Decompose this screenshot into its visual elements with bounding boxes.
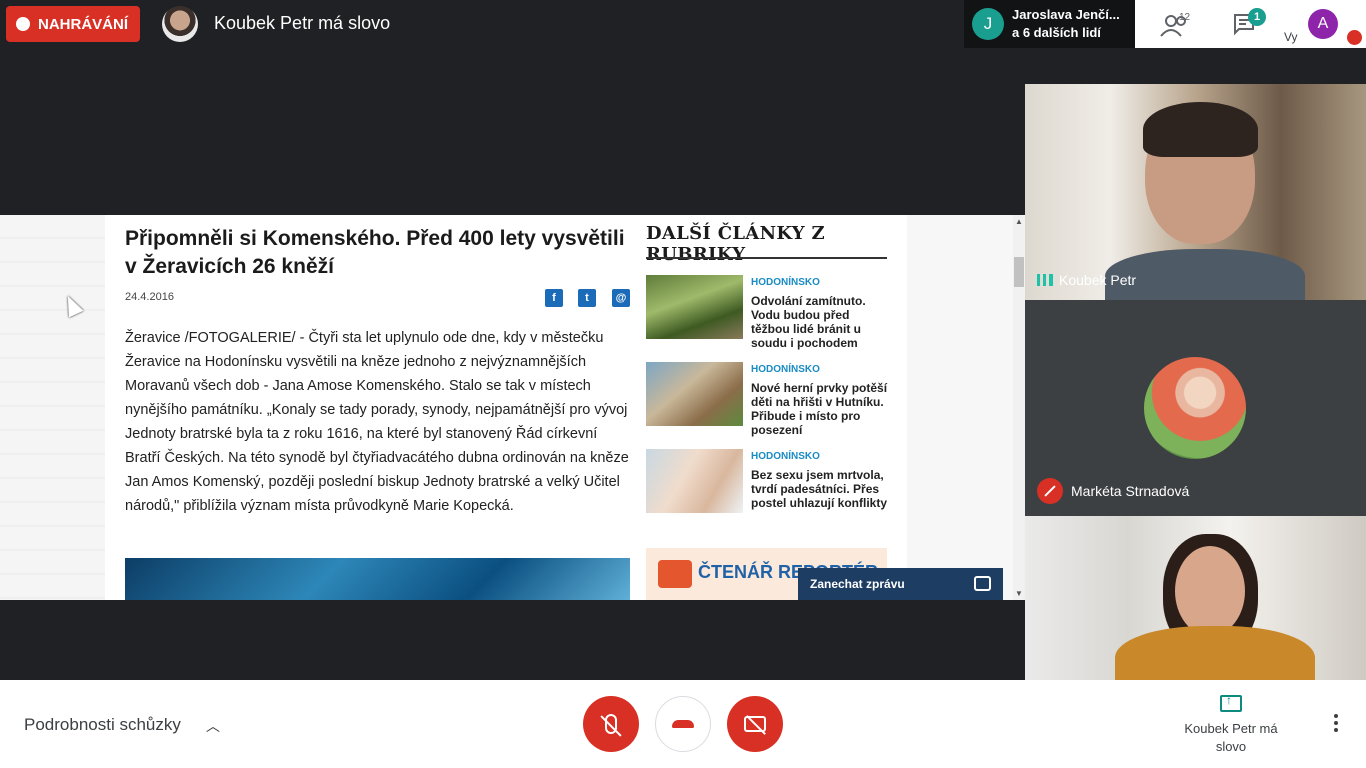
dot: [1334, 728, 1338, 732]
camera-off-icon: [744, 716, 766, 732]
microphone-toggle-button[interactable]: [583, 696, 639, 752]
chat-unread-badge: 1: [1248, 8, 1266, 26]
presenter-title: Koubek Petr má slovo: [214, 13, 391, 33]
chevron-up-icon[interactable]: ︿: [206, 716, 220, 736]
mic-off-icon: [605, 714, 617, 734]
video-body: [1115, 626, 1315, 680]
article-body: Žeravice /FOTOGALERIE/ - Čtyři sta let u…: [125, 330, 629, 514]
presenter-avatar: [162, 6, 198, 42]
top-right-toolbar: 12 1 A Vy: [1135, 0, 1366, 48]
article-title: Připomněli si Komenského. Před 400 lety …: [125, 227, 625, 278]
self-muted-icon: [1347, 30, 1362, 45]
participant-avatar: J: [972, 8, 1004, 40]
rubric-divider: [646, 257, 887, 259]
participant-tile-koubek[interactable]: Koubek Petr: [1025, 84, 1366, 300]
page-left-margin: [0, 215, 105, 600]
present-label[interactable]: Koubek Petr má slovo: [1180, 720, 1282, 756]
present-screen-icon[interactable]: [1220, 693, 1242, 712]
self-avatar[interactable]: A: [1308, 9, 1338, 39]
mic-off-icon: [1037, 478, 1063, 504]
rubric-category: HODONÍNSKO: [751, 451, 820, 462]
recording-badge: NAHRÁVÁNÍ: [6, 6, 140, 42]
rubric-item[interactable]: HODONÍNSKO Bez sexu jsem mrtvola, tvrdí …: [646, 449, 887, 529]
meeting-details-button[interactable]: Podrobnosti schůzky: [24, 715, 181, 735]
scroll-up-arrow-icon[interactable]: ▲: [1015, 217, 1023, 226]
rubric-thumbnail: [646, 275, 743, 339]
facebook-share-icon[interactable]: f: [545, 289, 563, 307]
participants-chip-line2: a 6 dalších lidí: [1012, 25, 1101, 40]
rubric-item[interactable]: HODONÍNSKO Odvolání zamítnuto. Vodu budo…: [646, 275, 887, 355]
dot: [1334, 721, 1338, 725]
rubric-category: HODONÍNSKO: [751, 364, 820, 375]
rubric-thumbnail: [646, 362, 743, 426]
recording-label: NAHRÁVÁNÍ: [38, 15, 128, 33]
participant-avatar-photo: [1144, 357, 1246, 459]
hang-up-icon: [672, 720, 694, 728]
scroll-thumb[interactable]: [1014, 257, 1024, 287]
speaking-indicator-icon: [1037, 274, 1053, 286]
rubric-category: HODONÍNSKO: [751, 277, 820, 288]
video-hair: [1143, 102, 1258, 157]
shared-screen: Připomněli si Komenského. Před 400 lety …: [0, 215, 1025, 600]
rubric-headline: Bez sexu jsem mrtvola, tvrdí padesátníci…: [751, 468, 888, 510]
page-scrollbar[interactable]: ▲ ▼: [1013, 215, 1025, 600]
participants-chip-line1: Jaroslava Jenčí...: [1012, 7, 1120, 22]
video-face: [1175, 546, 1245, 636]
tile2-name: Markéta Strnadová: [1071, 483, 1190, 499]
participant-tile-video[interactable]: [1025, 516, 1366, 680]
bottom-controls-bar: Podrobnosti schůzky ︿ Koubek Petr má slo…: [0, 680, 1366, 768]
dot: [1334, 714, 1338, 718]
leave-call-button[interactable]: [655, 696, 711, 752]
rubric-headline: Nové herní prvky potěší děti na hřišti v…: [751, 381, 888, 437]
participant-tile-strnadova[interactable]: Markéta Strnadová: [1025, 300, 1366, 516]
camera-toggle-button[interactable]: [727, 696, 783, 752]
people-count: 12: [1179, 12, 1191, 23]
leave-message-label: Zanechat zprávu: [810, 577, 905, 591]
participants-chip-text: Jaroslava Jenčí... a 6 dalších lidí: [1012, 6, 1120, 42]
people-icon[interactable]: [1157, 12, 1197, 38]
rubric-thumbnail: [646, 449, 743, 513]
twitter-share-icon[interactable]: t: [578, 289, 596, 307]
email-share-icon[interactable]: @: [612, 289, 630, 307]
article-date: 24.4.2016: [125, 291, 174, 303]
tile1-name: Koubek Petr: [1059, 272, 1137, 288]
participants-chip[interactable]: J Jaroslava Jenčí... a 6 dalších lidí: [964, 0, 1135, 48]
meet-window: { "top": { "recording_label": "NAHRÁVÁNÍ…: [0, 0, 1366, 768]
article: Připomněli si Komenského. Před 400 lety …: [105, 215, 907, 600]
camera-icon: [658, 560, 692, 588]
scroll-down-arrow-icon[interactable]: ▼: [1015, 589, 1023, 598]
rubric-item[interactable]: HODONÍNSKO Nové herní prvky potěší děti …: [646, 362, 887, 442]
leave-message-button[interactable]: Zanechat zprávu: [798, 568, 1003, 600]
more-options-icon[interactable]: [1328, 712, 1344, 736]
rubric-headline: Odvolání zamítnuto. Vodu budou před těžb…: [751, 294, 866, 350]
chat-bubble-icon: [974, 576, 991, 591]
article-photo[interactable]: [125, 558, 630, 600]
tile-name: Markéta Strnadová: [1037, 478, 1189, 504]
self-label: Vy: [1284, 30, 1298, 44]
record-dot-icon: [16, 17, 30, 31]
tile-name: Koubek Petr: [1037, 272, 1136, 288]
